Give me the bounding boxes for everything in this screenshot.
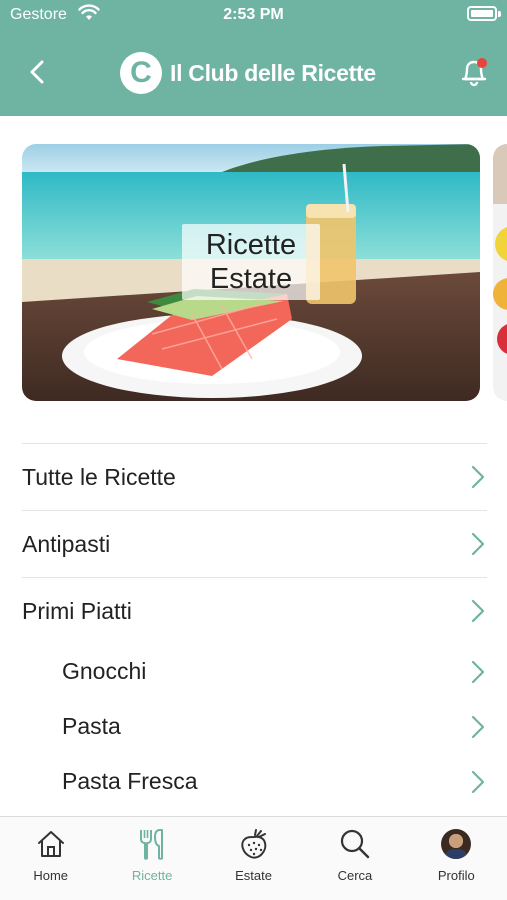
- subcategory-label: Pasta: [62, 713, 121, 739]
- app-header: Gestore 2:53 PM C Il Club delle Ricette: [0, 0, 507, 116]
- category-list: Tutte le Ricette Antipasti Primi Piatti …: [22, 443, 487, 809]
- tab-label: Profilo: [437, 868, 475, 883]
- notification-bell-icon[interactable]: [457, 54, 491, 90]
- chevron-right-icon: [471, 770, 485, 793]
- subcategory-label: Pasta Fresca: [62, 768, 198, 794]
- tab-label: Home: [33, 868, 69, 883]
- brand-logo: C: [120, 52, 162, 94]
- chevron-right-icon: [471, 599, 485, 623]
- tab-estate[interactable]: Estate: [203, 817, 304, 900]
- avatar: [441, 829, 472, 859]
- tab-profilo[interactable]: Profilo: [406, 817, 507, 900]
- tab-bar: Home Ricette Estate Cerca Profilo: [0, 816, 507, 900]
- subcategory-row-pasta[interactable]: Pasta: [22, 699, 487, 754]
- category-label: Primi Piatti: [22, 597, 132, 624]
- nav-bar: C Il Club delle Ricette: [0, 30, 507, 116]
- tab-cerca[interactable]: Cerca: [304, 817, 405, 900]
- next-banner-peek[interactable]: [493, 144, 507, 401]
- category-row-tutte-le-ricette[interactable]: Tutte le Ricette: [22, 444, 487, 510]
- tab-label: Estate: [235, 868, 272, 883]
- notification-dot: [477, 58, 487, 68]
- chevron-right-icon: [471, 465, 485, 489]
- category-label: Antipasti: [22, 530, 111, 557]
- chevron-right-icon: [471, 715, 485, 738]
- home-icon: [37, 831, 64, 857]
- back-chevron-icon[interactable]: [20, 54, 56, 90]
- chevron-right-icon: [471, 660, 485, 683]
- category-row-primi-piatti[interactable]: Primi Piatti: [22, 578, 487, 644]
- banner-title: Ricette Estate: [182, 224, 320, 300]
- battery-tip: [498, 11, 501, 17]
- category-label: Tutte le Ricette: [22, 463, 176, 490]
- app-title: Il Club delle Ricette: [170, 59, 376, 86]
- next-banner-image: [493, 144, 507, 401]
- clock: 2:53 PM: [223, 6, 284, 23]
- tab-label: Ricette: [131, 868, 173, 883]
- app-brand: C Il Club delle Ricette: [120, 52, 376, 94]
- strawberry-icon: [240, 829, 266, 859]
- subcategory-row-gnocchi[interactable]: Gnocchi: [22, 644, 487, 699]
- cutlery-icon: [140, 829, 164, 860]
- tab-ricette[interactable]: Ricette: [101, 817, 202, 900]
- subcategory-row-pasta-fresca[interactable]: Pasta Fresca: [22, 754, 487, 809]
- battery-icon: [467, 6, 497, 21]
- status-bar: Gestore 2:53 PM: [0, 0, 507, 30]
- search-icon: [340, 829, 370, 859]
- tab-home[interactable]: Home: [0, 817, 101, 900]
- chevron-right-icon: [471, 532, 485, 556]
- tab-label: Cerca: [337, 868, 373, 883]
- category-row-antipasti[interactable]: Antipasti: [22, 511, 487, 577]
- subcategory-label: Gnocchi: [62, 658, 147, 684]
